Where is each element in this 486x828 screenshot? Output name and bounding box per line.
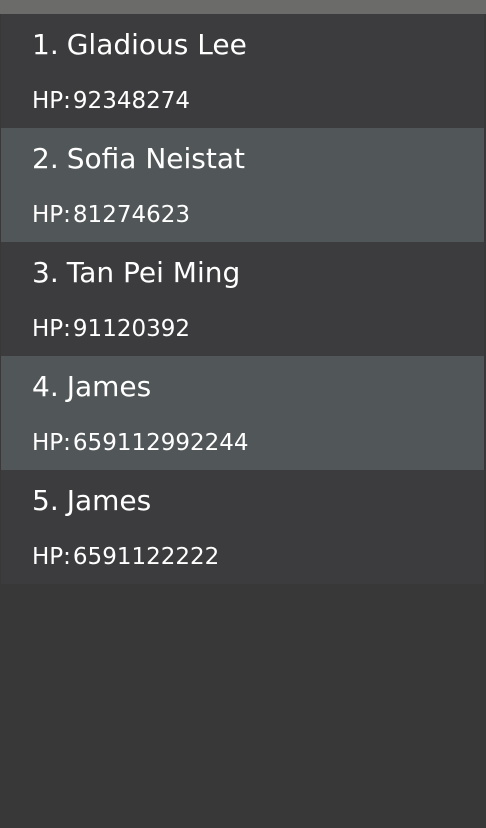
- phone-number: 92348274: [72, 88, 190, 114]
- person-index: 2.: [32, 142, 59, 175]
- phone-label: HP:: [32, 430, 71, 456]
- person-phone-line: HP:81274623: [32, 199, 190, 231]
- phone-label: HP:: [32, 202, 71, 228]
- phone-number: 81274623: [72, 202, 190, 228]
- phone-number: 659112992244: [72, 430, 249, 456]
- person-name: James: [66, 370, 152, 403]
- person-name: Gladious Lee: [66, 28, 247, 61]
- person-list[interactable]: 1. Gladious Lee HP:92348274 2. Sofia Neist…: [1, 14, 484, 584]
- person-index: 4.: [32, 370, 59, 403]
- person-name: Tan Pei Ming: [66, 256, 241, 289]
- person-index: 3.: [32, 256, 59, 289]
- person-phone-line: HP:92348274: [32, 85, 190, 117]
- person-name-line: 3. Tan Pei Ming: [32, 254, 240, 292]
- person-name-line: 1. Gladious Lee: [32, 26, 247, 64]
- top-bar: [0, 0, 486, 14]
- phone-label: HP:: [32, 316, 71, 342]
- phone-label: HP:: [32, 88, 71, 114]
- person-card[interactable]: 5. James HP:6591122222: [1, 470, 484, 584]
- person-name-line: 5. James: [32, 482, 151, 520]
- person-phone-line: HP:659112992244: [32, 427, 249, 459]
- person-index: 5.: [32, 484, 59, 517]
- person-index: 1.: [32, 28, 59, 61]
- person-card[interactable]: 4. James HP:659112992244: [1, 356, 484, 470]
- contact-list-window: 1. Gladious Lee HP:92348274 2. Sofia Neist…: [0, 0, 486, 828]
- person-card[interactable]: 3. Tan Pei Ming HP:91120392: [1, 242, 484, 356]
- person-name: James: [66, 484, 152, 517]
- person-name: Sofia Neistat: [66, 142, 245, 175]
- person-phone-line: HP:6591122222: [32, 541, 219, 573]
- person-card[interactable]: 2. Sofia Neistat HP:81274623: [1, 128, 484, 242]
- person-phone-line: HP:91120392: [32, 313, 190, 345]
- person-card[interactable]: 1. Gladious Lee HP:92348274: [1, 14, 484, 128]
- empty-list-area: [1, 584, 484, 828]
- phone-label: HP:: [32, 544, 71, 570]
- phone-number: 6591122222: [72, 544, 220, 570]
- person-name-line: 4. James: [32, 368, 151, 406]
- phone-number: 91120392: [72, 316, 190, 342]
- person-name-line: 2. Sofia Neistat: [32, 140, 245, 178]
